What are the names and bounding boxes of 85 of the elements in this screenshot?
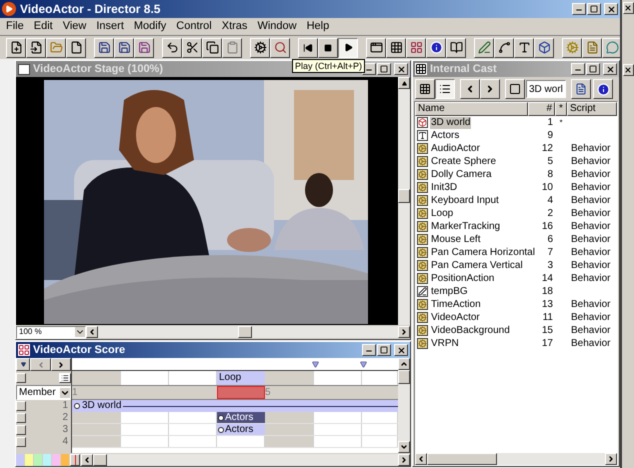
member-script-type: Behavior xyxy=(571,246,610,258)
member-name[interactable]: TimeAction xyxy=(430,298,482,310)
window-title: Internal Cast xyxy=(430,64,497,74)
frame-number: 5 xyxy=(265,386,271,399)
member-name[interactable]: Pan Camera Vertical xyxy=(430,260,524,272)
member-name[interactable]: Loop xyxy=(430,208,454,220)
sprite-bar[interactable]: Actors xyxy=(217,412,265,423)
member-name[interactable]: VideoBackground xyxy=(430,324,511,336)
column-header[interactable]: # xyxy=(528,102,555,116)
sprite-bar[interactable]: 3D world xyxy=(72,400,398,412)
window-title: VideoActor Stage (100%) xyxy=(33,64,164,74)
member-script-type: Behavior xyxy=(571,298,610,310)
member-number: 8 xyxy=(546,170,554,180)
member-script-type: Behavior xyxy=(571,208,610,218)
menu-item[interactable]: Modify xyxy=(134,21,166,32)
member-number: 3 xyxy=(546,260,554,270)
member-name[interactable]: Dolly Camera xyxy=(430,168,493,180)
frame-label[interactable]: Loop xyxy=(217,371,265,385)
sprite-name: 3D world xyxy=(82,401,122,411)
member-script-type: Behavior xyxy=(571,220,610,232)
member-script-type: Behavior xyxy=(571,272,610,284)
member-name[interactable]: tempBG xyxy=(430,286,469,298)
member-number: 16 xyxy=(540,222,554,232)
channel-number: 1 xyxy=(61,401,69,411)
member-name[interactable]: Actors xyxy=(430,130,460,142)
member-number: 10 xyxy=(540,182,554,192)
member-number: 12 xyxy=(540,144,554,154)
member-name[interactable]: 3D world xyxy=(430,116,472,128)
tooltip: Play (Ctrl+Alt+P) xyxy=(292,59,366,73)
member-script-type: Behavior xyxy=(571,142,610,154)
menu-item[interactable]: Help xyxy=(306,21,330,32)
member-script-type: Behavior xyxy=(571,260,610,270)
column-header[interactable]: * xyxy=(555,102,567,116)
member-name[interactable]: PositionAction xyxy=(430,272,496,284)
member-number: 11 xyxy=(542,312,554,322)
channel-number: 4 xyxy=(61,437,69,447)
sprite-bar[interactable]: Actors xyxy=(217,424,265,435)
menu-item[interactable]: Xtras xyxy=(222,21,248,32)
frame-number: 1 xyxy=(72,386,78,399)
channel-number: 2 xyxy=(61,413,69,423)
menu-item[interactable]: Window xyxy=(257,21,297,32)
member-number: 14 xyxy=(540,274,554,284)
member-name[interactable]: MarkerTracking xyxy=(430,220,502,232)
menu-item[interactable]: View xyxy=(62,21,86,32)
sprite-name: Actors xyxy=(225,412,254,422)
member-name[interactable]: AudioActor xyxy=(430,142,481,154)
member-script-type: Behavior xyxy=(571,234,610,244)
menu-item[interactable]: Edit xyxy=(34,21,53,32)
member-number: 5 xyxy=(546,156,554,166)
member-number: 17 xyxy=(540,338,554,348)
member-name[interactable]: Mouse Left xyxy=(430,234,482,246)
app-title: VideoActor - Director 8.5 xyxy=(20,1,160,18)
asterisk-label: * xyxy=(559,118,563,126)
member-name-field[interactable]: 3D worl xyxy=(526,80,566,98)
column-header[interactable]: Name xyxy=(415,102,528,116)
member-name[interactable]: Init3D xyxy=(430,182,458,194)
member-number: 1 xyxy=(546,118,554,128)
member-number: 9 xyxy=(546,130,554,140)
member-number: 4 xyxy=(546,196,554,206)
member-name[interactable]: Pan Camera Horizontal xyxy=(430,246,536,258)
member-number: 2 xyxy=(546,208,554,218)
sprite-name: Actors xyxy=(225,424,254,434)
member-script-type: Behavior xyxy=(571,338,610,348)
member-script-type: Behavior xyxy=(571,156,610,166)
member-number: 15 xyxy=(540,326,554,336)
member-script-type: Behavior xyxy=(571,168,610,180)
member-script-type: Behavior xyxy=(571,324,610,336)
member-script-type: Behavior xyxy=(571,194,610,206)
member-dropdown[interactable]: Member xyxy=(16,385,71,400)
member-script-type: Behavior xyxy=(571,182,610,192)
member-name[interactable]: VideoActor xyxy=(430,312,481,324)
member-name[interactable]: Keyboard Input xyxy=(430,194,500,206)
member-script-type: Behavior xyxy=(571,312,610,322)
member-name[interactable]: Create Sphere xyxy=(430,156,498,168)
menu-item[interactable]: Control xyxy=(176,21,212,32)
channel-number: 3 xyxy=(61,425,69,435)
member-number: 13 xyxy=(540,300,554,310)
member-number: 18 xyxy=(540,286,554,296)
member-number: 6 xyxy=(546,234,554,244)
member-name[interactable]: VRPN xyxy=(430,338,460,350)
column-header[interactable]: Script xyxy=(567,102,617,116)
zoom-dropdown[interactable]: 100 % xyxy=(16,326,86,338)
menu-item[interactable]: Insert xyxy=(96,21,124,32)
window-title: VideoActor Score xyxy=(33,344,126,356)
menu-item[interactable]: File xyxy=(6,21,24,32)
